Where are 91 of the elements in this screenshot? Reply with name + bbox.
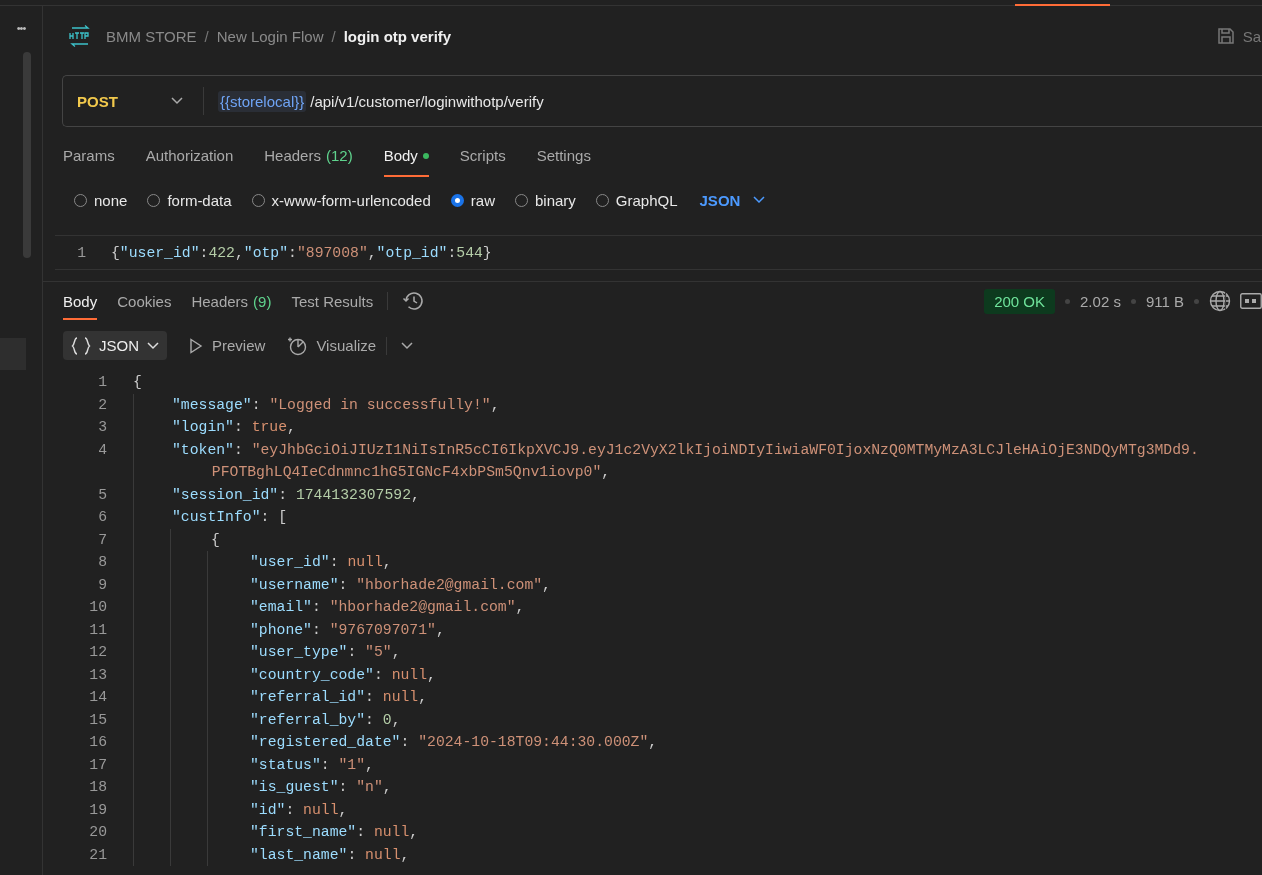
line-number: 10 [88,598,107,617]
status-badge: 200 OK [984,288,1056,314]
line-number: 18 [88,778,107,797]
code-line: {"user_id":422,"otp":"897008","otp_id":544} [111,244,492,261]
line-number: 15 [88,710,107,730]
body-type-radio[interactable]: binary [514,191,576,209]
code-line: "token": "eyJhbGciOiJIUzI1NiIsInR5cCI6IkpXVCJ9.eyJ1c2VyX2lkIjoiNDIyIiwiaWF0IjoxNzQ0MTMyMzA3LCJleHAiOjE3NDQyMTg3MDd9.PFOTBghLQ4IeCdnmnc1hG5IGNcF4xbPSm5Qnv1iovp0", [172,440,1200,482]
request-tab[interactable]: Authorization [145,141,234,177]
method-select[interactable]: POST [63,92,203,110]
save-button-label[interactable]: Sa [1242,27,1261,45]
chevron-down-icon [147,341,159,350]
history-icon[interactable] [402,291,425,311]
line-number: 2 [97,395,107,415]
code-line: { [211,530,221,550]
chevron-down-icon [753,196,766,204]
response-tab[interactable]: Test Results [291,282,374,320]
request-arrows-icon [68,25,92,47]
line-number: 5 [97,485,107,505]
chevron-down-icon [171,97,183,105]
response-time: 2.02 s [1080,292,1121,310]
body-type-radio[interactable]: x-www-form-urlencoded [251,191,431,209]
line-number: 16 [88,733,107,752]
play-icon [189,337,203,354]
code-line: "last_name": null, [250,845,410,865]
variable-chip[interactable]: {{storelocal}} [218,90,307,112]
body-type-radio[interactable]: none [74,191,128,209]
code-line: "first_name": null, [250,823,419,842]
code-line: "user_id": null, [250,553,392,572]
request-tab[interactable]: Headers (12) [264,141,353,177]
scrollbar[interactable] [23,52,31,258]
format-select[interactable]: JSON [63,331,167,360]
code-line: "id": null, [250,800,348,820]
line-number: 8 [97,553,107,572]
code-line: "referral_id": null, [250,688,428,707]
code-line: "phone": "9767097071", [250,620,445,640]
code-line: "session_id": 1744132307592, [172,485,420,505]
more-options-button[interactable]: ••• [16,22,26,34]
body-type-radio[interactable]: raw [450,191,495,209]
code-line: "login": true, [172,418,296,437]
code-line: "is_guest": "n", [250,778,392,797]
response-size: 911 B [1145,292,1184,310]
breadcrumb-separator: / [204,27,209,45]
chevron-down-icon[interactable] [401,341,414,350]
code-line: "custInfo": [ [172,508,288,527]
response-tab[interactable]: Headers (9) [191,282,272,320]
line-number: 7 [97,530,107,550]
line-number: 20 [88,823,107,842]
url-bar[interactable]: POST {{storelocal}} /api/v1/customer/loginwithotp/verify [62,75,1262,127]
request-tab[interactable]: Body [383,141,429,177]
visualize-button[interactable]: Visualize [287,331,377,360]
response-tab[interactable]: Cookies [117,282,172,320]
request-tab[interactable]: Params [63,141,115,177]
code-line: "referral_by": 0, [250,710,401,730]
code-line: { [133,373,143,392]
code-line: "username": "hborhade2@gmail.com", [250,575,551,595]
code-line: "email": "hborhade2@gmail.com", [250,598,525,617]
breadcrumb-item[interactable]: New Login Flow [216,27,324,45]
line-number: 21 [88,845,107,865]
breadcrumb-item[interactable]: BMM STORE [106,27,197,45]
code-line: "message": "Logged in successfully!", [172,395,500,415]
language-select[interactable]: JSON [699,191,766,209]
code-line: "user_type": "5", [250,643,401,662]
line-number: 6 [97,508,107,527]
request-body-editor[interactable]: 1 {"user_id":422,"otp":"897008","otp_id":544} [55,235,1262,270]
breadcrumb-separator: / [331,27,336,45]
save-icon[interactable] [1216,27,1235,45]
line-number: 17 [88,755,107,775]
globe-icon[interactable] [1209,290,1231,312]
body-type-radio[interactable]: GraphQL [595,191,678,209]
preview-button[interactable]: Preview [189,331,266,360]
line-number: 12 [88,643,107,662]
line-number: 1 [76,244,86,261]
line-number: 3 [97,418,107,437]
sparkle-chart-icon [287,335,308,356]
line-number: 19 [88,800,107,820]
code-line: "country_code": null, [250,665,436,685]
line-number: 14 [88,688,107,707]
line-number: 4 [97,440,107,460]
request-tab[interactable]: Scripts [459,141,506,177]
line-number: 11 [88,620,107,640]
url-path: /api/v1/customer/loginwithotp/verify [310,92,544,110]
line-number: 13 [88,665,107,685]
line-number: 9 [97,575,107,595]
braces-icon [71,336,91,355]
request-tab[interactable]: Settings [536,141,591,177]
line-number: 1 [97,373,107,392]
response-tab[interactable]: Body [63,282,98,320]
code-line: "status": "1", [250,755,374,775]
code-line: "registered_date": "2024-10-18T09:44:30.000Z", [250,733,658,752]
breadcrumb-item: login otp verify [343,27,452,45]
body-type-radio[interactable]: form-data [147,191,232,209]
